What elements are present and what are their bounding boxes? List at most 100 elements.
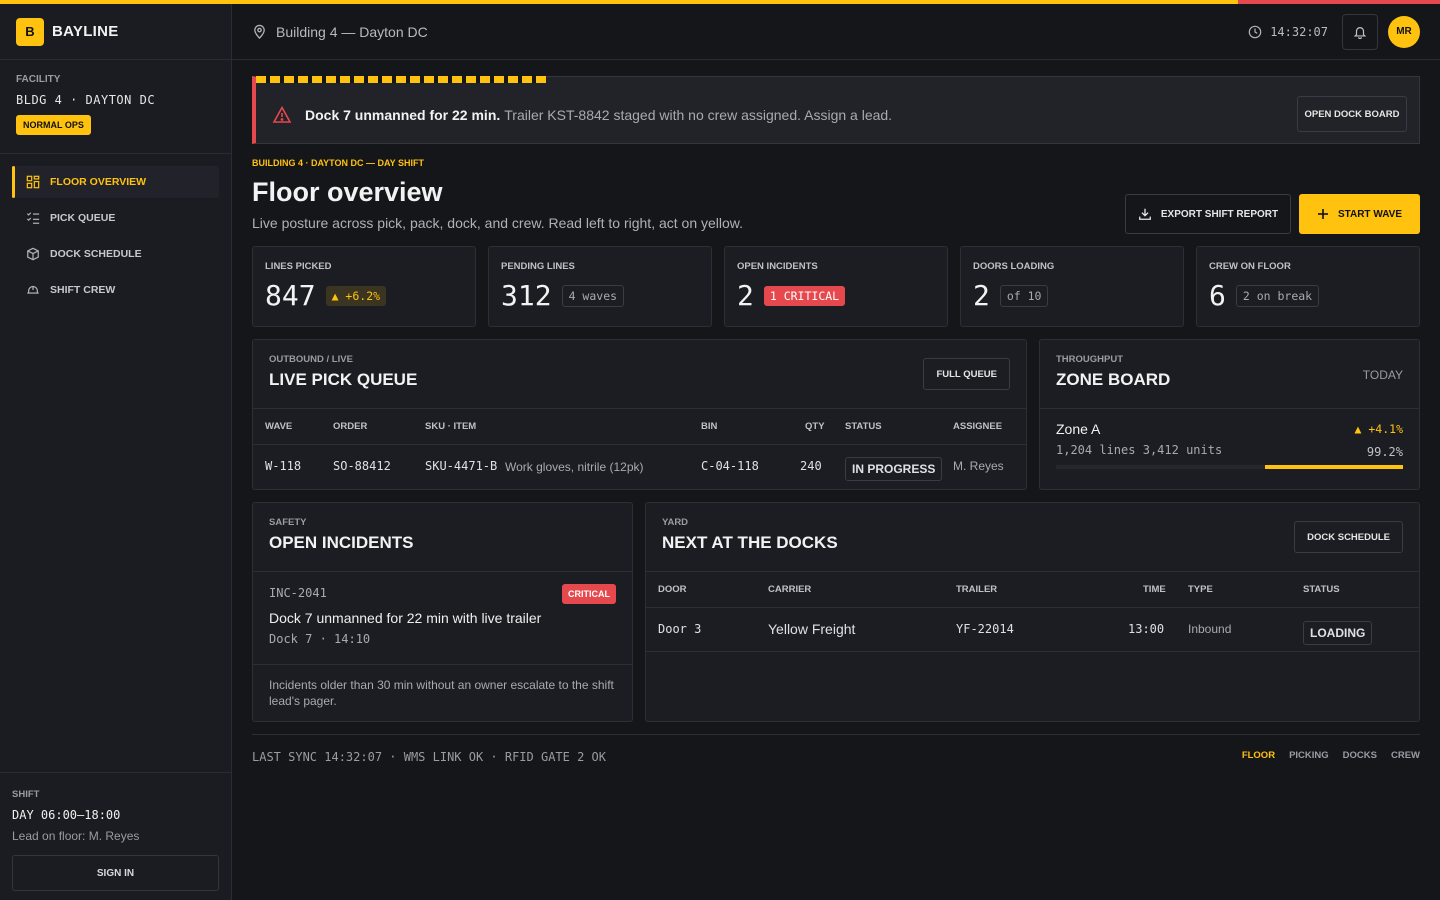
column-header[interactable]: WAVE: [265, 421, 292, 432]
kpi-row: LINES PICKED 847 ▲ +6.2% PENDING LINES 31…: [252, 246, 1420, 327]
zone-percent: 99.2%: [1366, 445, 1403, 459]
escalation-note: Incidents older than 30 min without an o…: [269, 678, 614, 708]
severity-badge: CRITICAL: [562, 584, 616, 604]
shift-time: DAY 06:00–18:00: [12, 808, 121, 822]
cell-bin: C-04-118: [701, 459, 759, 473]
kpi-pending-lines[interactable]: PENDING LINES 312 4 waves: [488, 246, 712, 327]
table-header: WAVE ORDER SKU · ITEM BIN QTY STATUS ASS…: [253, 409, 1026, 445]
cell-carrier: Yellow Freight: [768, 621, 856, 637]
shift-block: SHIFT DAY 06:00–18:00 Lead on floor: M. …: [0, 772, 231, 900]
zone-row[interactable]: Zone A ▲ +4.1% 1,204 lines 3,412 units 9…: [1040, 409, 1419, 473]
cell-order: SO-88412: [333, 459, 391, 473]
plus-icon: [1317, 209, 1328, 219]
dock-schedule-button[interactable]: DOCK SCHEDULE: [1294, 521, 1403, 553]
cell-time: 13:00: [1128, 622, 1165, 636]
incidents-panel: SAFETY OPEN INCIDENTS INC-2041 CRITICAL …: [252, 502, 633, 722]
incident-meta: Dock 7 · 14:10: [269, 632, 371, 646]
box-icon: [27, 247, 39, 261]
column-header[interactable]: STATUS: [845, 421, 882, 432]
period-label: TODAY: [1362, 368, 1403, 382]
cell-assignee: M. Reyes: [953, 459, 1004, 473]
kpi-crew-on-floor[interactable]: CREW ON FLOOR 6 2 on break: [1196, 246, 1420, 327]
table-header: DOOR CARRIER TRAILER TIME TYPE STATUS: [646, 572, 1419, 608]
brand-logo: B: [16, 17, 44, 46]
kpi-tag: of 10: [999, 285, 1049, 307]
pick-queue-panel: OUTBOUND / LIVE LIVE PICK QUEUE FULL QUE…: [252, 339, 1027, 490]
cell-trailer: YF-22014: [956, 622, 1014, 636]
breadcrumb: BUILDING 4 · DAYTON DC — DAY SHIFT: [252, 158, 425, 168]
column-header[interactable]: STATUS: [1303, 584, 1340, 595]
sign-in-button[interactable]: SIGN IN: [12, 855, 219, 891]
location-label: Building 4 — Dayton DC: [276, 23, 428, 40]
panel-title: ZONE BOARD: [1056, 370, 1171, 389]
panel-title: OPEN INCIDENTS: [269, 533, 414, 552]
status-badge: LOADING: [1303, 621, 1373, 645]
location[interactable]: Building 4 — Dayton DC: [252, 24, 428, 40]
kpi-tag: 1 CRITICAL: [763, 286, 846, 306]
footer-link-floor[interactable]: FLOOR: [1242, 750, 1275, 761]
column-header[interactable]: DOOR: [658, 584, 687, 595]
kpi-open-incidents[interactable]: OPEN INCIDENTS 2 1 CRITICAL: [724, 246, 948, 327]
cell-door: Door 3: [658, 622, 702, 636]
export-shift-report-button[interactable]: EXPORT SHIFT REPORT: [1125, 194, 1291, 234]
footer-link-picking[interactable]: PICKING: [1289, 750, 1329, 761]
zone-delta: ▲ +4.1%: [1354, 422, 1403, 436]
download-icon: [1138, 208, 1151, 220]
column-header[interactable]: TRAILER: [956, 584, 997, 595]
export-label: EXPORT SHIFT REPORT: [1160, 208, 1279, 220]
notifications-button[interactable]: [1342, 13, 1378, 50]
sidebar-item-pick-queue[interactable]: PICK QUEUE: [12, 202, 219, 234]
full-queue-button[interactable]: FULL QUEUE: [923, 358, 1010, 390]
zone-units: 3,412 units: [1142, 443, 1223, 457]
zone-progress-bar: [1056, 465, 1403, 469]
sidebar-item-floor-overview[interactable]: FLOOR OVERVIEW: [12, 166, 219, 198]
column-header[interactable]: CARRIER: [768, 584, 811, 595]
kpi-label: OPEN INCIDENTS: [737, 261, 818, 272]
kpi-value: 6: [1209, 279, 1226, 312]
start-wave-label: START WAVE: [1337, 208, 1403, 220]
facility-label: FACILITY: [16, 74, 61, 85]
sidebar-nav: FLOOR OVERVIEW PICK QUEUE DOCK SCHEDULE …: [0, 154, 231, 306]
cell-qty: 240: [800, 459, 822, 473]
table-row[interactable]: Door 3 Yellow Freight YF-22014 13:00 Inb…: [646, 608, 1419, 652]
kpi-tag: ▲ +6.2%: [325, 286, 387, 306]
footer-link-crew[interactable]: CREW: [1391, 750, 1420, 761]
kpi-label: CREW ON FLOOR: [1209, 261, 1291, 272]
bell-icon: [1353, 26, 1367, 39]
column-header[interactable]: TYPE: [1188, 584, 1213, 595]
kpi-doors-loading[interactable]: DOORS LOADING 2 of 10: [960, 246, 1184, 327]
column-header[interactable]: ORDER: [333, 421, 367, 432]
cell-item: Work gloves, nitrile (12pk): [505, 460, 644, 474]
panel-kicker: THROUGHPUT: [1056, 354, 1124, 365]
kpi-label: PENDING LINES: [501, 261, 575, 272]
panel-kicker: OUTBOUND / LIVE: [269, 354, 353, 365]
kpi-lines-picked[interactable]: LINES PICKED 847 ▲ +6.2%: [252, 246, 476, 327]
column-header[interactable]: BIN: [701, 421, 717, 432]
table-row[interactable]: W-118 SO-88412 SKU-4471-B Work gloves, n…: [253, 445, 1026, 489]
column-header[interactable]: ASSIGNEE: [953, 421, 1002, 432]
panel-title: NEXT AT THE DOCKS: [662, 533, 838, 552]
start-wave-button[interactable]: START WAVE: [1299, 194, 1420, 234]
column-header[interactable]: QTY: [805, 421, 825, 432]
sidebar-item-shift-crew[interactable]: SHIFT CREW: [12, 274, 219, 306]
footer-nav: FLOOR PICKING DOCKS CREW: [1242, 750, 1420, 761]
open-dock-board-button[interactable]: OPEN DOCK BOARD: [1297, 96, 1407, 132]
footer-link-docks[interactable]: DOCKS: [1343, 750, 1377, 761]
clock-icon: [1248, 25, 1262, 38]
sidebar-item-label: FLOOR OVERVIEW: [50, 176, 147, 188]
avatar[interactable]: MR: [1388, 15, 1420, 48]
kpi-label: DOORS LOADING: [973, 261, 1055, 272]
brand-name: BAYLINE: [52, 23, 119, 40]
panel-kicker: SAFETY: [269, 517, 307, 528]
incident-item[interactable]: INC-2041 CRITICAL Dock 7 unmanned for 22…: [253, 572, 632, 665]
cell-wave: W-118: [265, 459, 302, 473]
checklist-icon: [26, 212, 40, 224]
brand[interactable]: B BAYLINE: [0, 4, 231, 60]
facility-status-badge: NORMAL OPS: [16, 115, 91, 135]
column-header[interactable]: SKU · ITEM: [425, 421, 476, 432]
sidebar-item-dock-schedule[interactable]: DOCK SCHEDULE: [12, 238, 219, 270]
docks-panel: YARD NEXT AT THE DOCKS DOCK SCHEDULE DOO…: [645, 502, 1420, 722]
column-header[interactable]: TIME: [1143, 584, 1166, 595]
status-badge: IN PROGRESS: [845, 457, 943, 481]
kpi-value: 2: [737, 279, 754, 312]
